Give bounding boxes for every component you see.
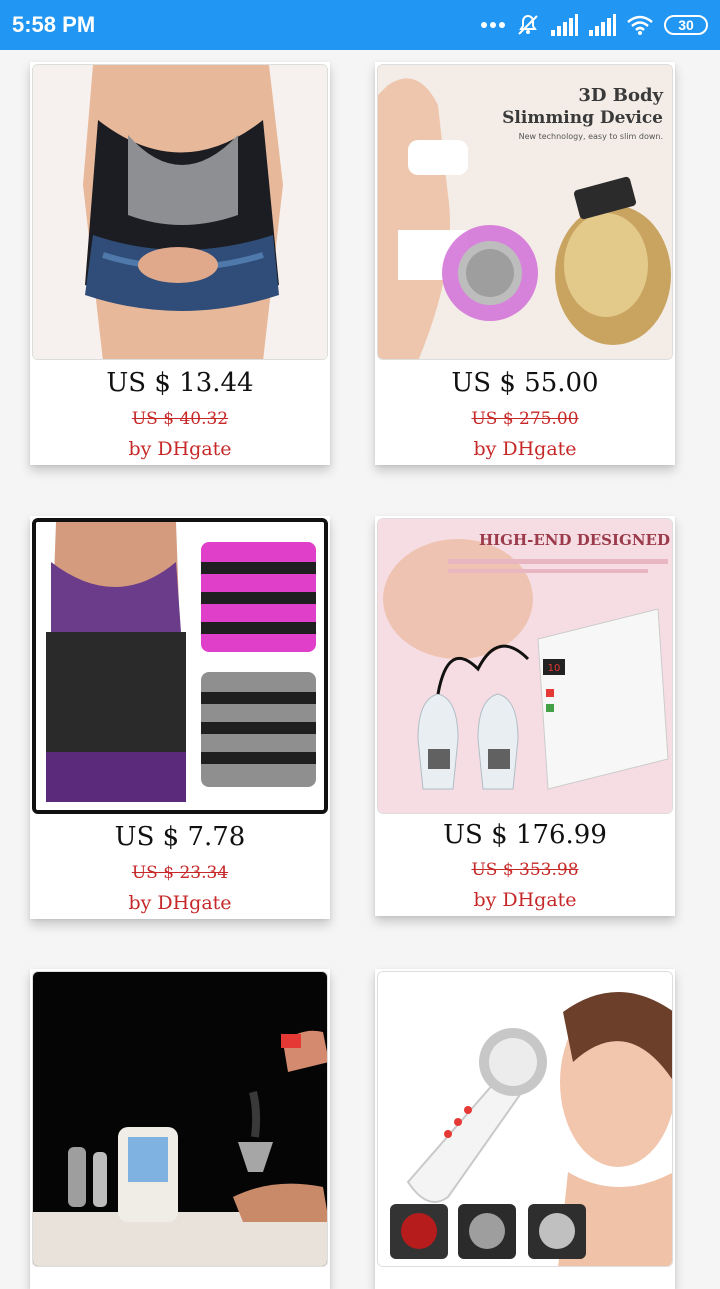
- product-seller[interactable]: by DHgate: [375, 438, 675, 460]
- product-image[interactable]: [32, 971, 328, 1267]
- product-image[interactable]: 3D Body Slimming Device New technology, …: [377, 64, 673, 360]
- signal-icon: [588, 14, 616, 36]
- product-original-price: US $ 353.98: [471, 860, 579, 880]
- product-price: US $ 176.99: [443, 820, 607, 850]
- status-bar: 5:58 PM 30: [0, 0, 720, 50]
- product-seller[interactable]: by DHgate: [375, 889, 675, 911]
- product-original-price: US $ 275.00: [471, 409, 579, 429]
- product-price: US $ 55.00: [451, 368, 599, 398]
- product-card[interactable]: [375, 969, 675, 1289]
- wifi-icon: [626, 14, 654, 36]
- product-image[interactable]: [377, 971, 673, 1267]
- signal-icon: [550, 14, 578, 36]
- product-price: US $ 7.78: [114, 822, 246, 852]
- more-dots-icon: [480, 21, 506, 29]
- product-image[interactable]: HIGH-END DESIGNED 10: [377, 518, 673, 814]
- product-seller[interactable]: by DHgate: [30, 438, 330, 460]
- product-card[interactable]: US $ 7.78 US $ 23.34 by DHgate: [30, 516, 330, 919]
- product-original-price: US $ 40.32: [131, 409, 229, 429]
- cavitation-machine-photo-icon: [33, 972, 327, 1266]
- product-card[interactable]: [30, 969, 330, 1289]
- ultrasonic-massager-photo-icon: [378, 972, 672, 1266]
- product-card[interactable]: HIGH-END DESIGNED 10 US $ 176.99 US $ 35…: [375, 516, 675, 916]
- product-image[interactable]: [32, 64, 328, 360]
- svg-text:3D Body: 3D Body: [578, 85, 663, 106]
- product-card[interactable]: 3D Body Slimming Device New technology, …: [375, 62, 675, 465]
- sauna-sweat-vest-photo-icon: [33, 65, 327, 359]
- product-image[interactable]: [32, 518, 328, 814]
- battery-icon: 30: [664, 15, 708, 35]
- product-card[interactable]: US $ 13.44 US $ 40.32 by DHgate: [30, 62, 330, 465]
- svg-text:New technology, easy to slim d: New technology, easy to slim down.: [519, 132, 663, 141]
- slimming-device-photo-icon: 3D Body Slimming Device New technology, …: [378, 65, 672, 359]
- product-price: US $ 13.44: [106, 368, 254, 398]
- product-seller[interactable]: by DHgate: [30, 892, 330, 914]
- vacuum-therapy-machine-photo-icon: HIGH-END DESIGNED 10: [378, 519, 672, 813]
- svg-text:Slimming Device: Slimming Device: [502, 108, 663, 128]
- product-original-price: US $ 23.34: [131, 863, 229, 883]
- status-icons: 30: [480, 12, 708, 38]
- status-time: 5:58 PM: [12, 12, 96, 37]
- mute-icon: [516, 13, 540, 37]
- waist-trainer-belts-photo-icon: [36, 522, 324, 810]
- svg-text:10: 10: [548, 663, 561, 674]
- svg-text:HIGH-END DESIGNED: HIGH-END DESIGNED: [479, 531, 670, 549]
